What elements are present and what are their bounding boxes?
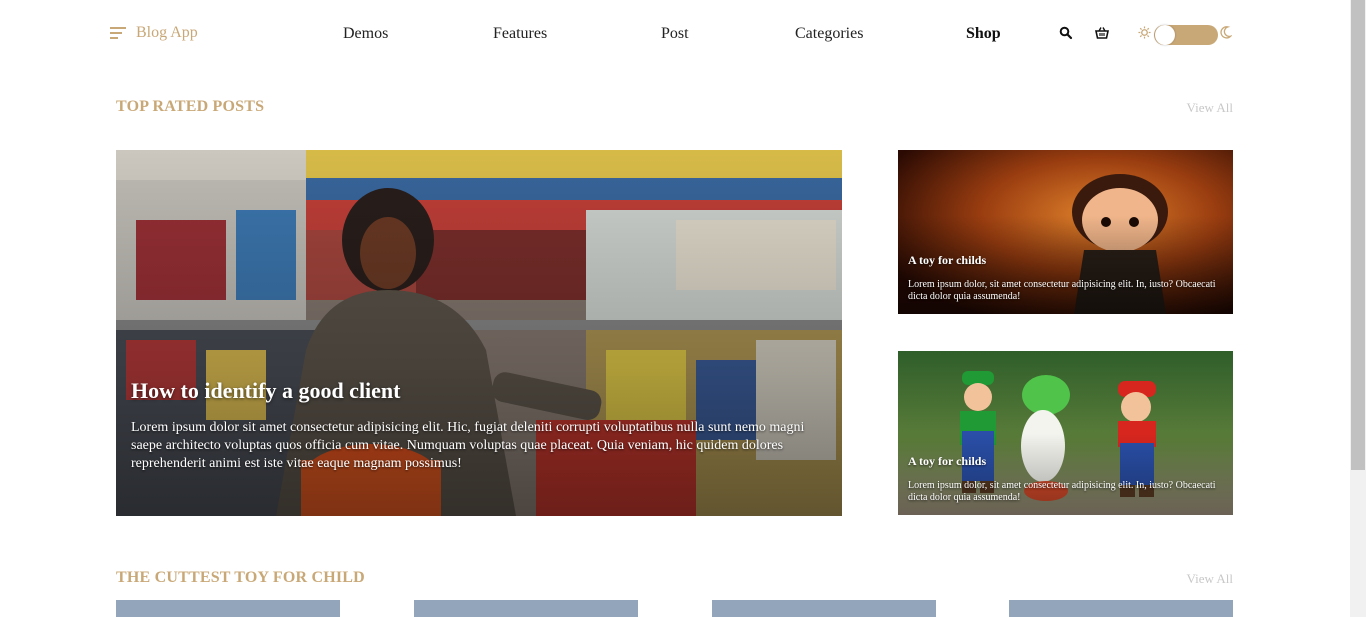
toy-post-thumbnail[interactable] [1009, 600, 1233, 617]
page-scrollbar[interactable] [1350, 0, 1366, 617]
toy-post-thumbnail[interactable] [414, 600, 638, 617]
basket-icon[interactable] [1095, 26, 1111, 42]
side-post-card[interactable]: A toy for childs Lorem ipsum dolor, sit … [898, 150, 1233, 314]
toy-post-thumbnail[interactable] [116, 600, 340, 617]
top-rated-view-all[interactable]: View All [1186, 100, 1233, 116]
search-icon[interactable] [1059, 26, 1075, 42]
sun-icon [1138, 26, 1154, 42]
toy-post-thumbnail[interactable] [712, 600, 936, 617]
theme-toggle-knob [1155, 25, 1175, 45]
brand-name: Blog App [136, 24, 198, 41]
side-post-card[interactable]: A toy for childs Lorem ipsum dolor, sit … [898, 351, 1233, 515]
side-post-excerpt: Lorem ipsum dolor, sit amet consectetur … [908, 480, 1216, 503]
nav-categories[interactable]: Categories [795, 25, 863, 43]
side-post-title[interactable]: A toy for childs [908, 253, 986, 268]
nav-features[interactable]: Features [493, 25, 547, 43]
menu-icon[interactable] [110, 27, 126, 39]
hero-post-excerpt: Lorem ipsum dolor sit amet consectetur a… [131, 420, 805, 471]
side-post-excerpt: Lorem ipsum dolor, sit amet consectetur … [908, 279, 1216, 302]
hero-post-card[interactable]: How to identify a good client Lorem ipsu… [116, 150, 842, 516]
cuttest-toy-view-all[interactable]: View All [1186, 571, 1233, 587]
brand[interactable]: Blog App [110, 24, 198, 42]
moon-icon [1220, 26, 1236, 42]
scrollbar-thumb[interactable] [1351, 0, 1365, 470]
cuttest-toy-title: THE CUTTEST TOY FOR CHILD [116, 569, 365, 586]
nav-post[interactable]: Post [661, 25, 689, 43]
nav-demos[interactable]: Demos [343, 25, 388, 43]
nav-shop[interactable]: Shop [966, 25, 1001, 43]
top-navbar: Blog App Demos Features Post Categories … [0, 0, 1350, 70]
top-rated-title: TOP RATED POSTS [116, 98, 265, 115]
hero-post-title[interactable]: How to identify a good client [131, 378, 401, 404]
side-post-title[interactable]: A toy for childs [908, 454, 986, 469]
theme-toggle[interactable] [1154, 25, 1218, 45]
